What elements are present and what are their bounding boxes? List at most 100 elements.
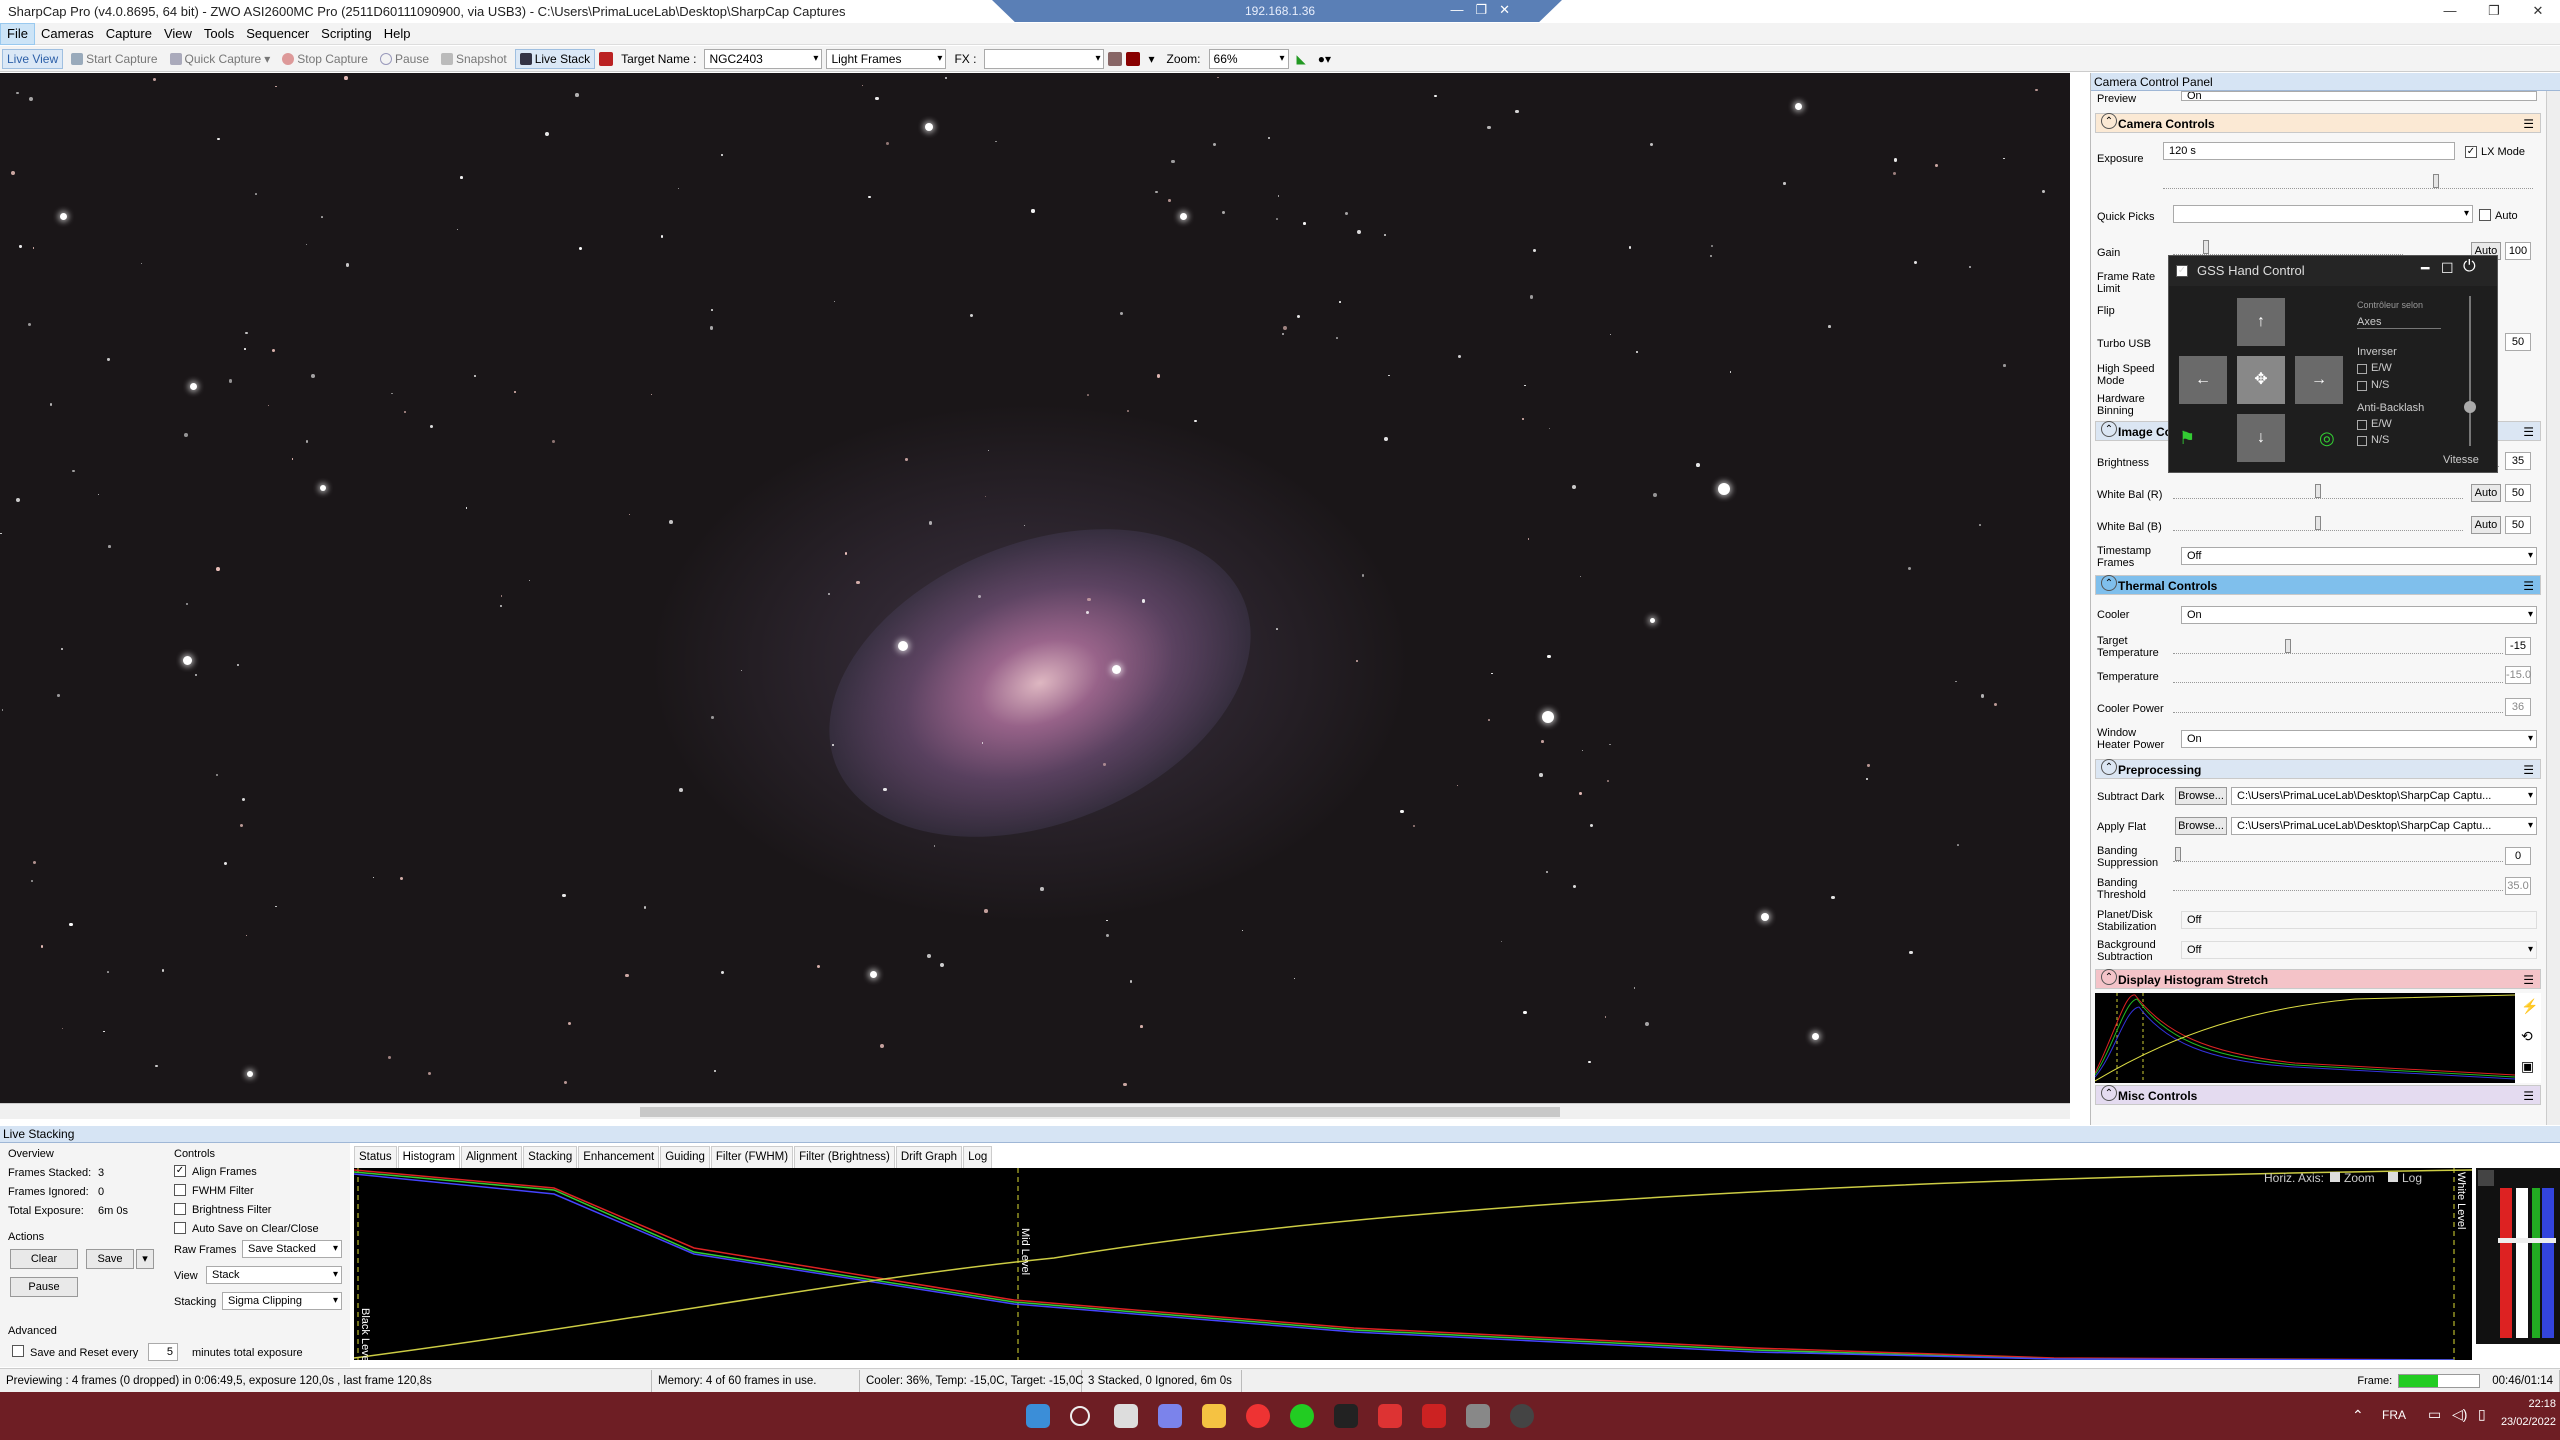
network-icon[interactable]: ▭ [2428, 1406, 2441, 1423]
view-select[interactable]: Stack [206, 1266, 342, 1284]
section-menu-icon[interactable]: ☰ [2523, 970, 2534, 990]
park-icon[interactable]: ⚑ [2179, 428, 2195, 449]
gss-power-icon[interactable]: ⏻ [2463, 258, 2476, 276]
stacking-select[interactable]: Sigma Clipping [222, 1292, 342, 1310]
gain-value[interactable]: 100 [2505, 242, 2531, 260]
zoom-select[interactable]: 66% [1208, 48, 1289, 69]
banding-supp-value[interactable]: 0 [2505, 847, 2531, 865]
banding-supp-slider[interactable] [2173, 847, 2503, 862]
section-menu-icon[interactable]: ☰ [2523, 422, 2534, 442]
start-capture-button[interactable]: Start Capture [67, 50, 161, 68]
invert-ew-checkbox[interactable] [2357, 364, 2367, 374]
minimize-icon[interactable]: — [2428, 0, 2472, 22]
clear-button[interactable]: Clear [10, 1249, 78, 1269]
gss-enable-checkbox[interactable]: ✓ [2176, 265, 2188, 277]
menu-file[interactable]: File [0, 22, 35, 45]
app-green-icon[interactable] [1290, 1404, 1314, 1428]
cooler-select[interactable]: On [2181, 606, 2537, 624]
goto-icon[interactable]: ◎ [2319, 428, 2335, 449]
brightness-value[interactable]: 35 [2505, 452, 2531, 470]
auto-checkbox[interactable] [2479, 209, 2491, 221]
snapshot-button[interactable]: Snapshot [437, 50, 511, 68]
save-dropdown-icon[interactable]: ▾ [136, 1249, 154, 1269]
windows-start-icon[interactable] [1026, 1404, 1050, 1428]
south-arrow-icon[interactable]: ↓ [2237, 414, 2285, 462]
restore-icon[interactable]: ❐ [2472, 0, 2516, 22]
menu-view[interactable]: View [158, 24, 198, 44]
chevron-up-icon[interactable]: ⌃ [2352, 1407, 2364, 1424]
tab-status[interactable]: Status [354, 1146, 397, 1168]
center-move-icon[interactable]: ✥ [2237, 356, 2285, 404]
speed-slider[interactable] [2469, 296, 2471, 446]
tab-guiding[interactable]: Guiding [660, 1146, 710, 1168]
gss-maximize-icon[interactable]: ☐ [2441, 260, 2454, 277]
exposure-field[interactable]: 120 s [2163, 142, 2455, 160]
pause-button[interactable]: Pause [376, 50, 433, 68]
menu-capture[interactable]: Capture [100, 24, 158, 44]
timestamp-select[interactable]: Off [2181, 547, 2537, 565]
menu-scripting[interactable]: Scripting [315, 24, 378, 44]
bg-sub-select[interactable]: Off [2181, 941, 2537, 959]
menu-cameras[interactable]: Cameras [35, 24, 100, 44]
wb-b-value[interactable]: 50 [2505, 516, 2531, 534]
wb-r-slider[interactable] [2173, 484, 2463, 499]
controller-select[interactable]: Axes [2357, 316, 2441, 329]
target-temp-slider[interactable] [2173, 639, 2503, 654]
fwhm-filter-checkbox[interactable] [174, 1184, 186, 1196]
app-x-icon[interactable] [1334, 1404, 1358, 1428]
search-icon[interactable] [1070, 1406, 1090, 1426]
wb-r-auto-button[interactable]: Auto [2471, 484, 2501, 502]
wb-b-auto-button[interactable]: Auto [2471, 516, 2501, 534]
magnifier-icon[interactable]: ●▾ [1314, 50, 1335, 68]
quick-picks-select[interactable] [2173, 205, 2473, 223]
task-view-icon[interactable] [1114, 1404, 1138, 1428]
battery-icon[interactable]: ▯ [2478, 1406, 2486, 1423]
save-reset-checkbox[interactable] [12, 1345, 24, 1357]
slider-knob[interactable] [2433, 174, 2439, 188]
teams-chat-icon[interactable] [1158, 1404, 1182, 1428]
color-dropdown-icon[interactable]: ▾ [1144, 50, 1158, 68]
histogram-stretch-header[interactable]: Display Histogram Stretch ☰ [2095, 969, 2541, 989]
quick-capture-button[interactable]: Quick Capture ▾ [166, 50, 275, 68]
camera-controls-header[interactable]: Camera Controls ☰ [2095, 113, 2541, 133]
align-frames-checkbox[interactable]: ✓ [174, 1165, 186, 1177]
highlight-icon[interactable] [1126, 51, 1141, 66]
save-button[interactable]: Save [86, 1249, 134, 1269]
gss-minimize-icon[interactable]: ━ [2421, 260, 2429, 277]
section-menu-icon[interactable]: ☰ [2523, 1086, 2534, 1106]
app-grid-icon[interactable] [1422, 1404, 1446, 1428]
lx-mode-checkbox[interactable]: ✓ [2465, 146, 2477, 158]
panel-scrollbar[interactable] [2546, 91, 2560, 1125]
speed-slider-knob[interactable] [2464, 401, 2476, 413]
record-icon[interactable] [599, 51, 614, 66]
image-horizontal-scrollbar[interactable] [0, 1103, 2070, 1119]
menu-tools[interactable]: Tools [198, 24, 240, 44]
tab-enhancement[interactable]: Enhancement [578, 1146, 660, 1168]
app-red-icon[interactable] [1378, 1404, 1402, 1428]
live-view-button[interactable]: Live View [2, 48, 64, 69]
tab-drift-graph[interactable]: Drift Graph [895, 1146, 963, 1168]
gain-slider[interactable] [2173, 240, 2403, 255]
apply-flat-path[interactable]: C:\Users\PrimaLuceLab\Desktop\SharpCap C… [2231, 817, 2537, 835]
slider-knob[interactable] [2285, 639, 2291, 653]
section-menu-icon[interactable]: ☰ [2523, 114, 2534, 134]
frame-type-select[interactable]: Light Frames [826, 48, 947, 69]
menu-help[interactable]: Help [378, 24, 417, 44]
subtract-dark-browse-button[interactable]: Browse... [2175, 787, 2227, 805]
wb-r-value[interactable]: 50 [2505, 484, 2531, 502]
sharpcap-icon[interactable] [1466, 1404, 1490, 1428]
live-image-view[interactable] [0, 73, 2070, 1103]
turbo-usb-value[interactable]: 50 [2505, 333, 2531, 351]
preprocessing-header[interactable]: Preprocessing ☰ [2095, 759, 2541, 779]
wb-b-slider[interactable] [2173, 516, 2463, 531]
slider-knob[interactable] [2203, 240, 2209, 254]
clock-date[interactable]: 23/02/2022 [2490, 1416, 2556, 1428]
east-arrow-icon[interactable]: → [2295, 356, 2343, 404]
fx-select[interactable] [984, 48, 1105, 69]
save-reset-minutes[interactable]: 5 [148, 1343, 178, 1361]
tab-filter-brightness[interactable]: Filter (Brightness) [794, 1146, 895, 1168]
menu-sequencer[interactable]: Sequencer [240, 24, 315, 44]
backlash-ns-checkbox[interactable] [2357, 436, 2367, 446]
window-heater-select[interactable]: On [2181, 730, 2537, 748]
volume-icon[interactable]: ◁) [2452, 1406, 2467, 1423]
